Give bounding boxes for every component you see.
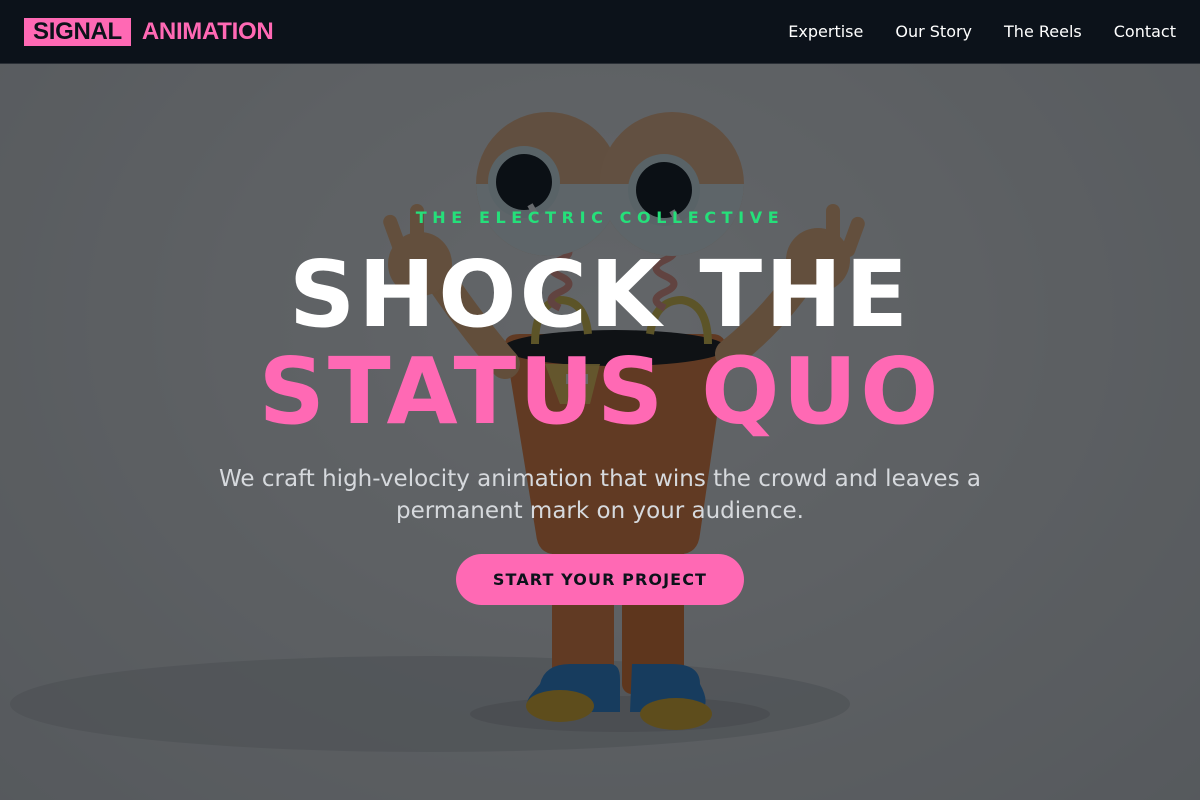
hero-section: THE ELECTRIC COLLECTIVE SHOCK THE STATUS…: [0, 64, 1200, 800]
nav-link-our-story[interactable]: Our Story: [895, 22, 972, 41]
nav-link-expertise[interactable]: Expertise: [788, 22, 863, 41]
nav-link-contact[interactable]: Contact: [1114, 22, 1176, 41]
logo-text: ANIMATION: [141, 17, 274, 45]
hero-headline-line-1: SHOCK THE: [289, 241, 911, 348]
hero-content: THE ELECTRIC COLLECTIVE SHOCK THE STATUS…: [0, 64, 1200, 800]
nav-links: Expertise Our Story The Reels Contact: [788, 22, 1176, 41]
logo-box: SIGNAL: [24, 17, 131, 46]
hero-subtitle: We craft high-velocity animation that wi…: [219, 466, 981, 524]
hero-headline-line-2: STATUS QUO: [258, 338, 942, 445]
hero-eyebrow: THE ELECTRIC COLLECTIVE: [415, 208, 785, 227]
nav-link-the-reels[interactable]: The Reels: [1004, 22, 1082, 41]
logo[interactable]: SIGNAL ANIMATION: [24, 17, 274, 46]
top-nav: SIGNAL ANIMATION Expertise Our Story The…: [0, 0, 1200, 64]
start-project-button[interactable]: START YOUR PROJECT: [456, 554, 744, 605]
